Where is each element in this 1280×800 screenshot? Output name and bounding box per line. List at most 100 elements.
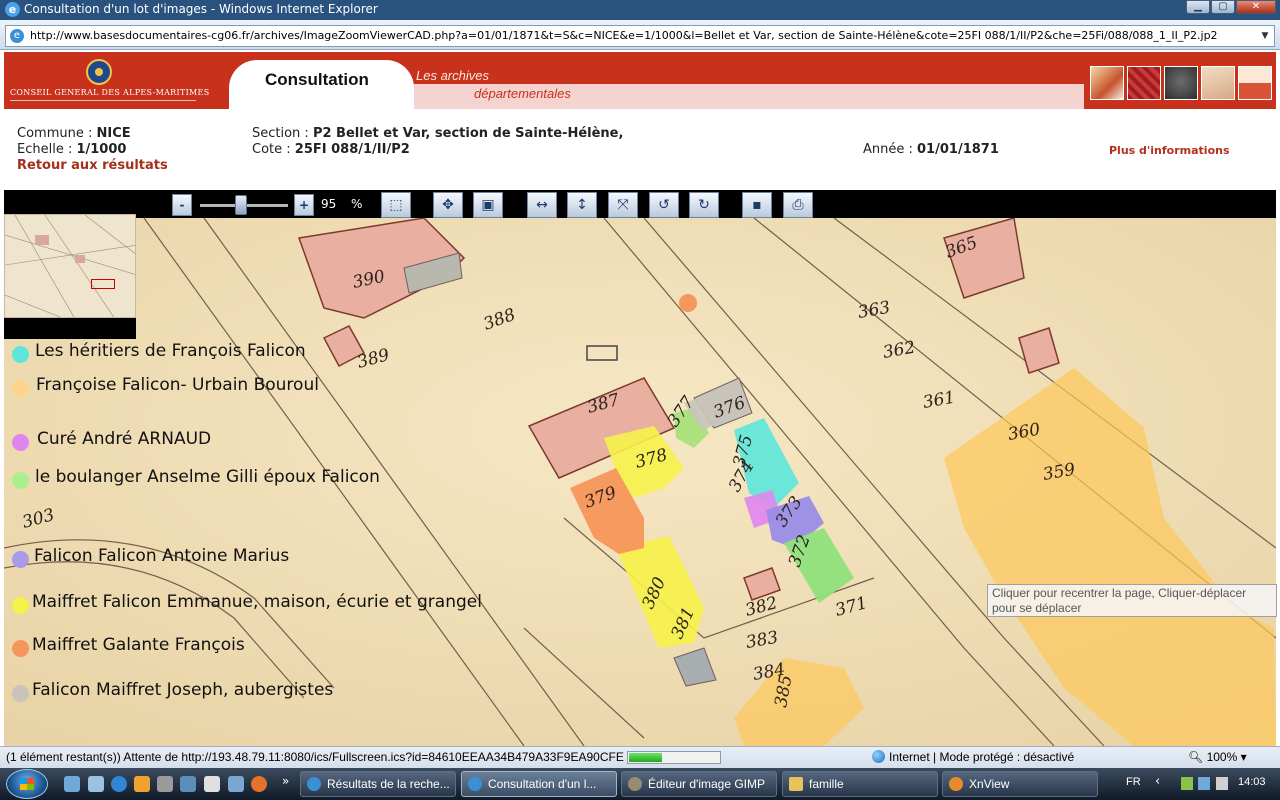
fit-page-icon[interactable]: ▣ (473, 192, 503, 218)
quicklaunch-more[interactable]: » (282, 774, 289, 788)
task-label: famille (809, 777, 844, 791)
plus-informations-link[interactable]: Plus d'informations (1109, 144, 1230, 157)
security-zone[interactable]: Internet | Mode protégé : désactivé (872, 750, 1074, 764)
clock[interactable]: 14:03 (1238, 776, 1266, 788)
legend-label: Maiffret Falicon Emmanue, maison, écurie… (32, 592, 482, 612)
task-label: Éditeur d'image GIMP (648, 777, 766, 791)
legend-color-icon (12, 597, 29, 614)
task-label: XnView (969, 777, 1010, 791)
thumbnail-5[interactable] (1238, 66, 1272, 100)
zoom-magnifier-icon: 🔍︎ (1188, 750, 1204, 764)
zoom-out-button[interactable]: - (172, 194, 192, 216)
language-indicator[interactable]: FR (1126, 776, 1141, 788)
thumbnail-2[interactable] (1127, 66, 1161, 100)
zoom-region-icon[interactable]: ⬚ (381, 192, 411, 218)
zoom-unit: % (351, 197, 363, 211)
task-label: Résultats de la reche... (327, 777, 450, 791)
volume-icon[interactable] (1216, 777, 1228, 790)
network-icon[interactable] (1198, 777, 1210, 790)
cote-value: 25FI 088/1/II/P2 (294, 142, 410, 157)
switch-windows-icon[interactable] (88, 776, 104, 792)
retour-link[interactable]: Retour aux résultats (17, 158, 168, 173)
fit-height-icon[interactable]: ↕ (567, 192, 597, 218)
url-field[interactable]: e http://www.basesdocumentaires-cg06.fr/… (5, 25, 1275, 47)
status-text: (1 élément restant(s)) Attente de http:/… (6, 750, 624, 764)
cote-label: Cote : (252, 142, 295, 157)
map-tooltip: Cliquer pour recentrer la page, Cliquer-… (987, 584, 1277, 617)
show-desktop-icon[interactable] (64, 776, 80, 792)
loading-progress (627, 751, 721, 764)
task-resultats[interactable]: Résultats de la reche... (300, 771, 456, 797)
zoom-in-button[interactable]: + (294, 194, 314, 216)
ie-icon (468, 777, 482, 791)
legend-color-icon (12, 640, 29, 657)
address-bar: e http://www.basesdocumentaires-cg06.fr/… (0, 20, 1280, 50)
app-icon[interactable] (204, 776, 220, 792)
folder-icon (789, 777, 803, 791)
cote: Cote : 25FI 088/1/II/P2 (252, 142, 410, 157)
globe-icon (872, 750, 885, 763)
firefox-icon[interactable] (251, 776, 267, 792)
thumbnail-1[interactable] (1090, 66, 1124, 100)
task-consultation[interactable]: Consultation d'un l... (461, 771, 617, 797)
page-zoom[interactable]: 🔍︎ 100% ▾ (1188, 750, 1247, 764)
url-dropdown-icon[interactable]: ▼ (1258, 28, 1272, 44)
zoom-slider-thumb[interactable] (235, 195, 248, 215)
cg06-emblem-icon (86, 59, 112, 85)
task-xnview[interactable]: XnView (942, 771, 1098, 797)
task-label: Consultation d'un l... (488, 777, 597, 791)
status-bar: (1 élément restant(s)) Attente de http:/… (0, 746, 1280, 768)
annee-value: 01/01/1871 (917, 142, 999, 157)
viewer-toolbar: - + 95 % ⬚ ✥ ▣ ↔ ↕ ⤧ ↺ ↻ ▪ ⎙ (4, 190, 1276, 218)
commune: Commune : NICE (17, 126, 131, 141)
progress-fill (629, 753, 663, 762)
tab-consultation[interactable]: Consultation (229, 60, 414, 109)
overview-minimap[interactable] (4, 214, 136, 318)
echelle-label: Echelle : (17, 142, 77, 157)
print-icon[interactable]: ⎙ (783, 192, 813, 218)
media-player-icon[interactable] (134, 776, 150, 792)
minimap-viewport[interactable] (91, 279, 115, 289)
save-icon[interactable]: ▪ (742, 192, 772, 218)
legend-color-icon (12, 685, 29, 702)
close-icon[interactable]: ✕ (1236, 0, 1276, 14)
tray-expand-icon[interactable]: ‹ (1155, 774, 1160, 789)
section-label: Section : (252, 126, 313, 141)
explorer-icon[interactable] (180, 776, 196, 792)
legend-color-icon (12, 346, 29, 363)
start-button[interactable] (6, 769, 48, 799)
ie-quicklaunch-icon[interactable] (111, 776, 127, 792)
security-zone-text: Internet | Mode protégé : désactivé (889, 750, 1075, 764)
legend-label: Curé André ARNAUD (37, 429, 212, 449)
window-title: Consultation d'un lot d'images - Windows… (24, 2, 378, 16)
folder-icon[interactable] (228, 776, 244, 792)
section-value: P2 Bellet et Var, section de Sainte-Hélè… (312, 126, 624, 141)
pan-icon[interactable]: ✥ (433, 192, 463, 218)
gimp-icon (628, 777, 642, 791)
thumbnail-4[interactable] (1201, 66, 1235, 100)
taskbar: » Résultats de la reche... Consultation … (0, 768, 1280, 800)
header-thumbnails (1090, 66, 1272, 100)
full-view-icon[interactable]: ⤧ (608, 192, 638, 218)
site-header: CONSEIL GENERAL DES ALPES-MARITIMES Cons… (4, 52, 1276, 109)
window-titlebar: e Consultation d'un lot d'images - Windo… (0, 0, 1280, 20)
tool-icon[interactable] (157, 776, 173, 792)
task-gimp[interactable]: Éditeur d'image GIMP (621, 771, 777, 797)
org-underline (10, 100, 196, 101)
echelle: Echelle : 1/1000 (17, 142, 126, 157)
thumbnail-3[interactable] (1164, 66, 1198, 100)
url-text: http://www.basesdocumentaires-cg06.fr/ar… (30, 29, 1218, 42)
legend-label: Françoise Falicon- Urbain Bouroul (36, 375, 319, 395)
annee: Année : 01/01/1871 (863, 142, 999, 157)
commune-label: Commune : (17, 126, 97, 141)
minimize-icon[interactable]: ▁ (1186, 0, 1210, 14)
rotate-left-icon[interactable]: ↺ (649, 192, 679, 218)
zoom-value: 95 (321, 197, 337, 211)
task-famille[interactable]: famille (782, 771, 938, 797)
rotate-right-icon[interactable]: ↻ (689, 192, 719, 218)
maximize-icon[interactable]: ▢ (1211, 0, 1235, 14)
cadastre-map[interactable]: 390 388 389 387 376 377 378 379 375 374 373 372 371 3… (4, 218, 1276, 746)
cg06-logo[interactable]: CONSEIL GENERAL DES ALPES-MARITIMES (4, 52, 209, 109)
tray-app-icon[interactable] (1181, 777, 1193, 790)
fit-width-icon[interactable]: ↔ (527, 192, 557, 218)
